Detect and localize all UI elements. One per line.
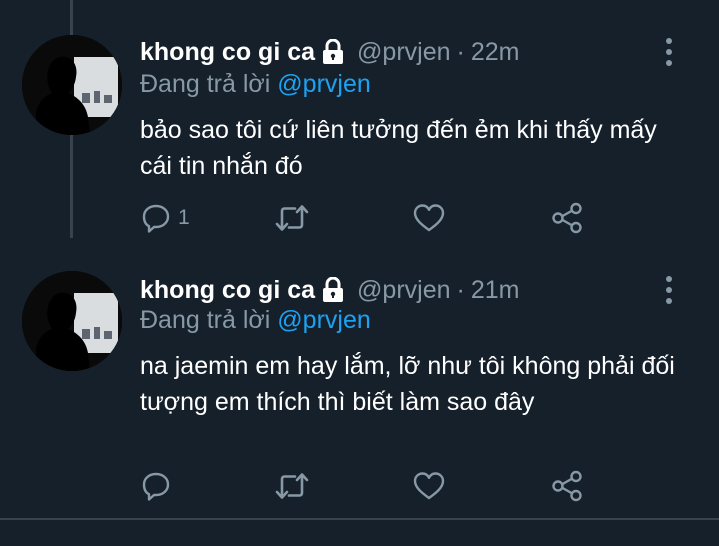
avatar-silhouette-icon — [22, 271, 122, 371]
replying-to: Đang trả lời @prvjen — [140, 306, 371, 335]
retweet-icon — [275, 473, 309, 499]
share-icon — [552, 470, 582, 502]
lock-icon — [323, 39, 344, 64]
reply-icon — [142, 204, 170, 233]
retweet-icon — [275, 205, 309, 231]
separator-dot: · — [456, 275, 465, 304]
like-icon — [413, 204, 445, 232]
display-name[interactable]: khong co gi ca — [140, 38, 315, 67]
tweet-text: na jaemin em hay lắm, lỡ như tôi không p… — [140, 352, 675, 416]
avatar[interactable] — [22, 271, 122, 371]
more-icon[interactable] — [663, 275, 675, 305]
replying-to-label: Đang trả lời — [140, 306, 271, 334]
display-name[interactable]: khong co gi ca — [140, 276, 315, 305]
like-icon — [413, 472, 445, 500]
retweet-button[interactable] — [274, 198, 310, 238]
timestamp[interactable]: 22m — [471, 38, 520, 67]
tweet-text: bảo sao tôi cứ liên tưởng đến ẻm khi thấ… — [140, 116, 657, 180]
replying-to: Đang trả lời @prvjen — [140, 70, 371, 99]
tweet-header: khong co gi ca @prvjen · 22m — [140, 35, 519, 69]
share-icon — [552, 202, 582, 234]
tweet-2[interactable]: khong co gi ca @prvjen · 21m Đang trả lờ… — [0, 252, 719, 520]
tweet-actions: 1 — [140, 198, 590, 238]
lock-icon — [323, 277, 344, 302]
avatar-silhouette-icon — [22, 35, 122, 135]
avatar[interactable] — [22, 35, 122, 135]
reply-count: 1 — [178, 206, 190, 229]
timestamp[interactable]: 21m — [471, 276, 520, 305]
tweet-header: khong co gi ca @prvjen · 21m — [140, 273, 519, 307]
retweet-button[interactable] — [274, 466, 310, 506]
mention-link[interactable]: @prvjen — [277, 306, 370, 334]
share-button[interactable] — [550, 198, 584, 238]
user-handle[interactable]: @prvjen — [357, 276, 450, 305]
share-button[interactable] — [550, 466, 584, 506]
like-button[interactable] — [412, 466, 446, 506]
separator-dot: · — [456, 37, 465, 66]
replying-to-label: Đang trả lời — [140, 70, 271, 98]
tweet-actions — [140, 466, 590, 506]
tweet-1[interactable]: khong co gi ca @prvjen · 22m Đang trả lờ… — [0, 0, 719, 252]
reply-icon — [142, 472, 170, 501]
reply-button[interactable] — [140, 466, 178, 506]
user-handle[interactable]: @prvjen — [357, 38, 450, 67]
mention-link[interactable]: @prvjen — [277, 70, 370, 98]
more-icon[interactable] — [663, 37, 675, 67]
like-button[interactable] — [412, 198, 446, 238]
reply-button[interactable]: 1 — [140, 198, 190, 238]
